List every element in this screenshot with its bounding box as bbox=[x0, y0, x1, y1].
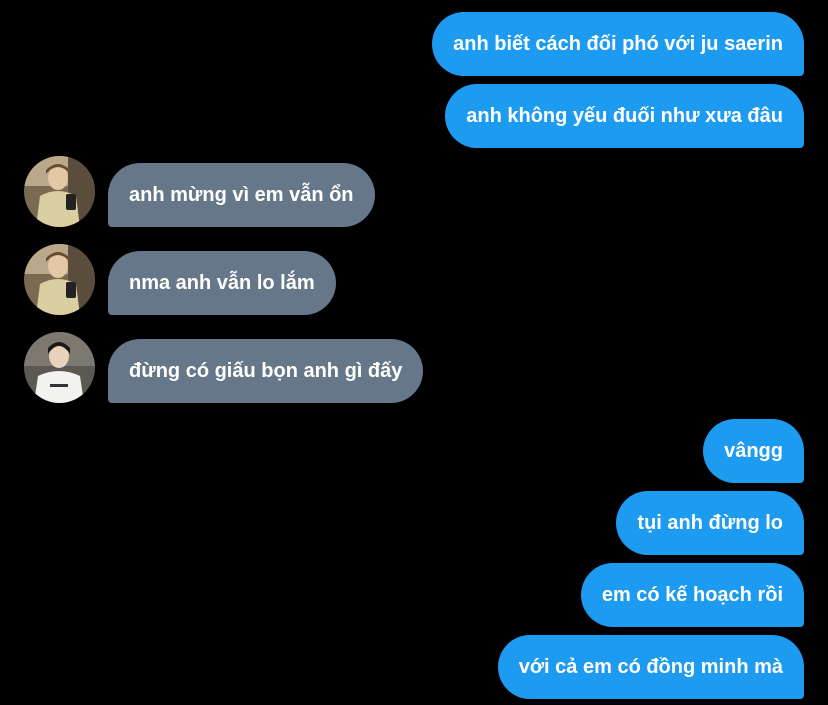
message-bubble-outgoing[interactable]: với cả em có đồng minh mà bbox=[497, 635, 804, 699]
message-text: vângg bbox=[724, 440, 783, 462]
message-text: tụi anh đừng lo bbox=[637, 512, 783, 534]
message-bubble-incoming[interactable]: nma anh vẫn lo lắm bbox=[108, 251, 336, 315]
message-text: nma anh vẫn lo lắm bbox=[129, 272, 315, 294]
message-text: anh không yếu đuối như xưa đâu bbox=[466, 105, 783, 127]
message-bubble-incoming[interactable]: anh mừng vì em vẫn ổn bbox=[108, 163, 375, 227]
message-text: với cả em có đồng minh mà bbox=[518, 656, 783, 678]
message-bubble-outgoing[interactable]: tụi anh đừng lo bbox=[616, 491, 804, 555]
message-text: đừng có giấu bọn anh gì đấy bbox=[129, 360, 403, 382]
message-bubble-outgoing[interactable]: vângg bbox=[703, 419, 804, 483]
message-bubble-outgoing[interactable]: anh không yếu đuối như xưa đâu bbox=[445, 84, 804, 148]
chat-thread: anh biết cách đối phó với ju saerin anh … bbox=[0, 0, 828, 705]
message-text: em có kế hoạch rồi bbox=[601, 584, 783, 606]
message-bubble-outgoing[interactable]: anh biết cách đối phó với ju saerin bbox=[432, 12, 804, 76]
avatar[interactable] bbox=[24, 244, 95, 315]
avatar-photo-1-icon bbox=[24, 244, 95, 315]
avatar[interactable] bbox=[24, 332, 95, 403]
message-text: anh mừng vì em vẫn ổn bbox=[129, 184, 354, 206]
message-bubble-outgoing[interactable]: em có kế hoạch rồi bbox=[580, 563, 804, 627]
avatar-photo-1-icon bbox=[24, 156, 95, 227]
avatar-photo-2-icon bbox=[24, 332, 95, 403]
message-bubble-incoming[interactable]: đừng có giấu bọn anh gì đấy bbox=[108, 339, 424, 403]
message-text: anh biết cách đối phó với ju saerin bbox=[453, 33, 783, 55]
avatar[interactable] bbox=[24, 156, 95, 227]
